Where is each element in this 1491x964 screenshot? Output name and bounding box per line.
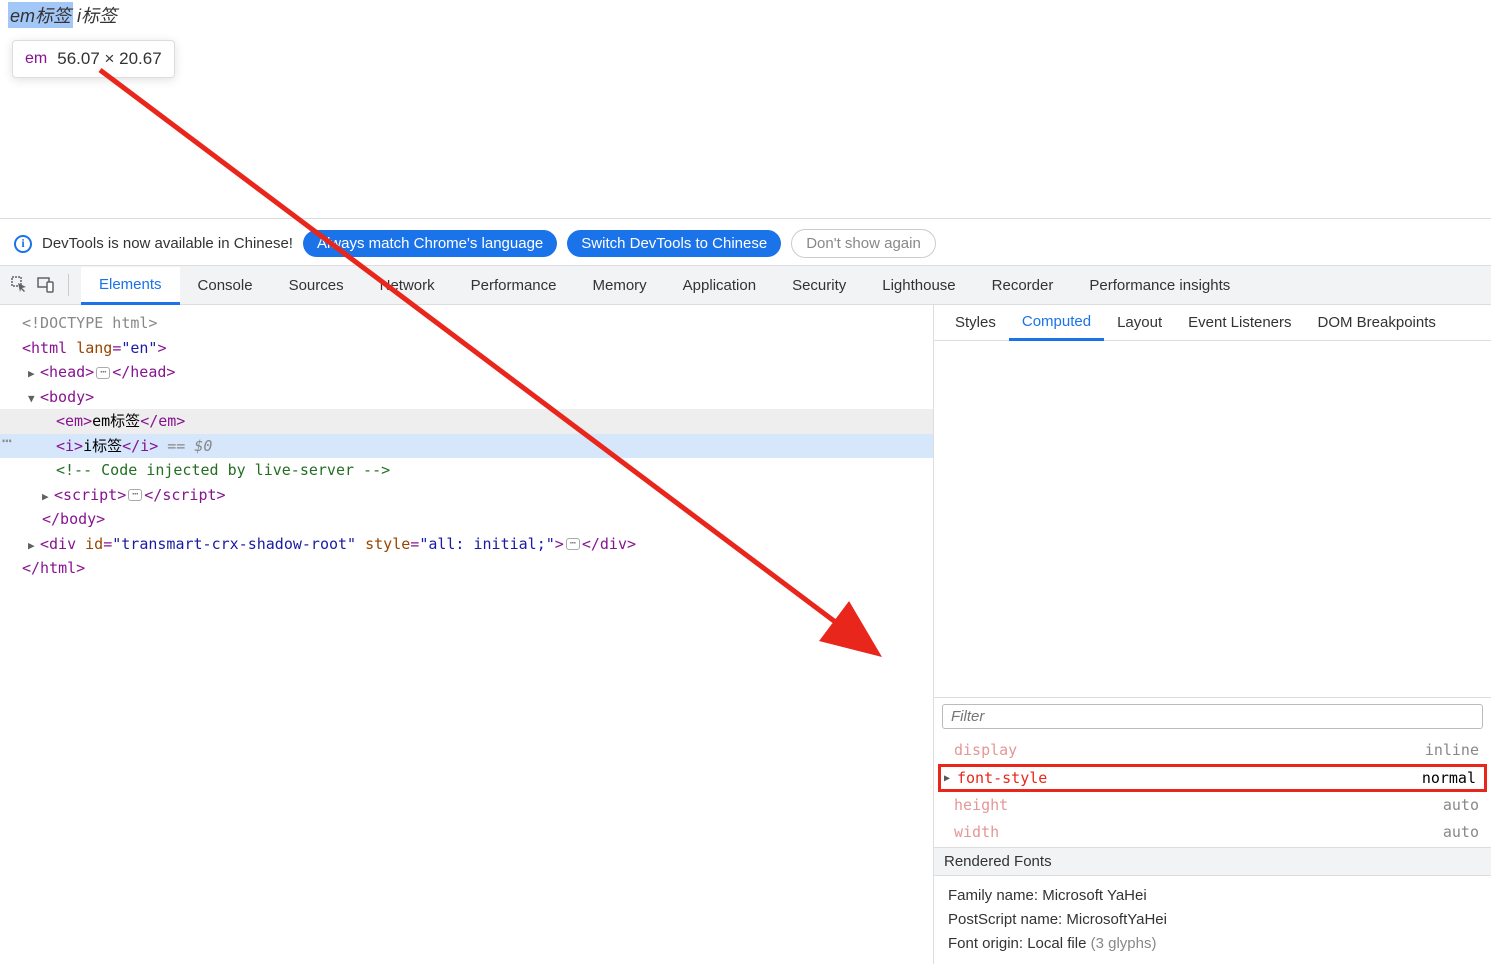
tab-sources[interactable]: Sources (271, 266, 362, 304)
gutter-dots-icon: ⋯ (2, 431, 10, 450)
always-match-button[interactable]: Always match Chrome's language (303, 230, 557, 257)
language-banner: i DevTools is now available in Chinese! … (0, 218, 1491, 268)
expand-icon[interactable]: ▶ (28, 366, 38, 383)
prop-value: inline (1425, 739, 1479, 762)
prop-value: auto (1443, 821, 1479, 844)
switch-chinese-button[interactable]: Switch DevTools to Chinese (567, 230, 781, 257)
collapse-icon[interactable]: ▼ (28, 391, 38, 408)
styles-pane: StylesComputedLayoutEvent ListenersDOM B… (933, 305, 1491, 964)
property-list: display inline ▶ font-style normal height auto… (934, 735, 1491, 847)
styles-subtabs: StylesComputedLayoutEvent ListenersDOM B… (934, 305, 1491, 341)
dom-body-open[interactable]: ▼<body> (0, 385, 933, 410)
prop-value: auto (1443, 794, 1479, 817)
tab-memory[interactable]: Memory (575, 266, 665, 304)
tab-lighthouse[interactable]: Lighthouse (864, 266, 973, 304)
tab-security[interactable]: Security (774, 266, 864, 304)
tooltip-dimensions: 56.07 × 20.67 (57, 49, 161, 69)
tab-application[interactable]: Application (665, 266, 774, 304)
tab-console[interactable]: Console (180, 266, 271, 304)
dom-doctype[interactable]: <!DOCTYPE html> (0, 311, 933, 336)
dom-body-close[interactable]: </body> (0, 507, 933, 532)
dom-head[interactable]: ▶<head>⋯</head> (0, 360, 933, 385)
dom-html-close[interactable]: </html> (0, 556, 933, 581)
dom-em-element[interactable]: <em>em标签</em> (0, 409, 933, 434)
rendered-fonts-header: Rendered Fonts (934, 847, 1491, 876)
main-panel: ⋯ <!DOCTYPE html> <html lang="en"> ▶<hea… (0, 305, 1491, 964)
prop-value: normal (1422, 767, 1476, 790)
toolbar-separator (68, 274, 69, 296)
tab-network[interactable]: Network (362, 266, 453, 304)
dom-i-element-selected[interactable]: <i>i标签</i> == $0 (0, 434, 933, 459)
computed-properties: display inline ▶ font-style normal height auto… (934, 697, 1491, 964)
tab-performance[interactable]: Performance (453, 266, 575, 304)
prop-width[interactable]: width auto (934, 819, 1491, 846)
ellipsis-icon[interactable]: ⋯ (566, 538, 580, 550)
main-tabs: ElementsConsoleSourcesNetworkPerformance… (81, 266, 1248, 304)
info-icon: i (14, 235, 32, 253)
page-render-area: em标签 i标签 (0, 0, 1491, 30)
dom-comment[interactable]: <!-- Code injected by live-server --> (0, 458, 933, 483)
tab-performance-insights[interactable]: Performance insights (1071, 266, 1248, 304)
prop-name: font-style (957, 767, 1047, 790)
subtab-styles[interactable]: Styles (942, 305, 1009, 340)
computed-box-area (934, 341, 1491, 697)
dom-script[interactable]: ▶<script>⋯</script> (0, 483, 933, 508)
tooltip-tag-name: em (25, 50, 47, 68)
devtools-toolbar: ElementsConsoleSourcesNetworkPerformance… (0, 265, 1491, 305)
font-details: Family name: Microsoft YaHei PostScript … (934, 876, 1491, 964)
tab-elements[interactable]: Elements (81, 267, 180, 305)
expand-icon[interactable]: ▶ (28, 538, 38, 555)
ellipsis-icon[interactable]: ⋯ (96, 367, 110, 379)
dom-html-open[interactable]: <html lang="en"> (0, 336, 933, 361)
dom-tree[interactable]: ⋯ <!DOCTYPE html> <html lang="en"> ▶<hea… (0, 305, 933, 964)
tab-recorder[interactable]: Recorder (974, 266, 1072, 304)
prop-height[interactable]: height auto (934, 792, 1491, 819)
dom-div-shadow[interactable]: ▶<div id="transmart-crx-shadow-root" sty… (0, 532, 933, 557)
prop-name: display (954, 739, 1017, 762)
expand-icon[interactable]: ▶ (944, 771, 950, 786)
prop-display[interactable]: display inline (934, 737, 1491, 764)
ellipsis-icon[interactable]: ⋯ (128, 489, 142, 501)
prop-name: height (954, 794, 1008, 817)
subtab-event-listeners[interactable]: Event Listeners (1175, 305, 1304, 340)
subtab-layout[interactable]: Layout (1104, 305, 1175, 340)
prop-font-style[interactable]: ▶ font-style normal (938, 764, 1487, 793)
expand-icon[interactable]: ▶ (42, 489, 52, 506)
i-element[interactable]: i标签 (77, 2, 117, 28)
banner-message: DevTools is now available in Chinese! (42, 235, 293, 252)
filter-input[interactable] (942, 704, 1483, 729)
dont-show-button[interactable]: Don't show again (791, 229, 936, 258)
subtab-computed[interactable]: Computed (1009, 306, 1104, 341)
inspect-icon[interactable] (10, 275, 30, 295)
prop-name: width (954, 821, 999, 844)
element-tooltip: em 56.07 × 20.67 (12, 40, 175, 78)
subtab-dom-breakpoints[interactable]: DOM Breakpoints (1305, 305, 1449, 340)
device-toggle-icon[interactable] (36, 275, 56, 295)
em-element-highlighted[interactable]: em标签 (8, 2, 73, 28)
